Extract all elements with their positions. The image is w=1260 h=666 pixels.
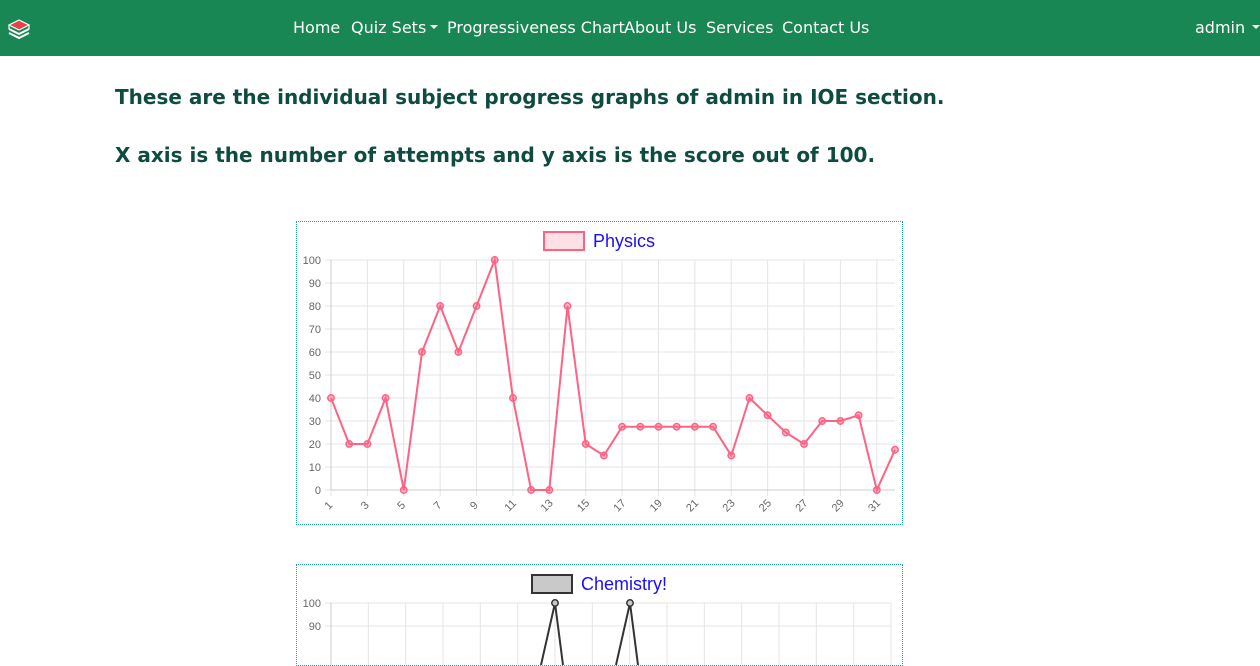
physics-data-point [454, 348, 463, 356]
nav-contact-us[interactable]: Contact Us [782, 18, 869, 38]
y-tick-label: 0 [315, 485, 321, 497]
y-tick-label: 70 [309, 324, 321, 336]
physics-chart-container: Physics 0 10 20 30 40 50 60 70 80 90 100 1 3 5 7 9 11 13 15… [296, 221, 903, 525]
physics-data-point [327, 394, 335, 402]
y-tick-label: 30 [309, 416, 321, 428]
x-tick-label: 15 [575, 497, 592, 514]
chemistry-series-line [540, 602, 564, 665]
physics-data-point [636, 422, 645, 431]
x-tick-label: 25 [757, 497, 774, 514]
navbar: Home Quiz Sets Progressiveness Chart Abo… [0, 0, 1260, 56]
chemistry-chart-container: Chemistry! 100 90 [296, 564, 903, 666]
chemistry-data-point [551, 599, 559, 607]
physics-data-point [781, 428, 790, 437]
x-tick-label: 3 [359, 499, 372, 512]
physics-data-point [381, 394, 390, 402]
y-tick-label: 100 [303, 598, 321, 610]
book-stack-logo-icon[interactable] [6, 16, 32, 42]
y-tick-label: 50 [309, 370, 321, 382]
chemistry-line-chart: Chemistry! 100 90 [303, 574, 892, 665]
physics-data-point [618, 422, 627, 431]
physics-data-point [836, 417, 845, 425]
physics-data-point [854, 411, 863, 420]
x-tick-label: 17 [611, 497, 628, 514]
physics-data-point [690, 422, 699, 431]
legend-swatch [531, 574, 573, 594]
physics-data-point [472, 302, 481, 310]
physics-data-point [399, 486, 408, 494]
physics-data-point [527, 486, 536, 494]
physics-data-point [490, 256, 499, 264]
y-tick-label: 10 [309, 462, 321, 474]
physics-data-point [891, 445, 899, 454]
page-heading-description: These are the individual subject progres… [115, 85, 945, 109]
physics-data-point [654, 422, 663, 431]
physics-data-point [545, 486, 554, 494]
nav-home[interactable]: Home [293, 18, 340, 38]
physics-data-point [709, 422, 718, 431]
physics-data-point [599, 451, 608, 460]
y-tick-label: 90 [309, 278, 321, 290]
legend-label: Chemistry! [581, 574, 667, 594]
physics-data-point [872, 486, 881, 494]
physics-data-point [800, 440, 808, 448]
x-tick-label: 13 [539, 497, 556, 514]
physics-data-point [436, 302, 445, 310]
x-tick-label: 23 [721, 497, 738, 514]
legend-swatch [543, 231, 585, 251]
y-tick-label: 90 [309, 621, 321, 633]
physics-data-point [563, 302, 572, 310]
x-tick-label: 29 [830, 497, 847, 514]
y-tick-label: 20 [309, 439, 321, 451]
nav-about-us[interactable]: About Us [624, 18, 696, 38]
x-tick-label: 11 [503, 498, 520, 515]
physics-data-point [418, 348, 426, 356]
physics-data-point [363, 440, 372, 448]
nav-services[interactable]: Services [706, 18, 773, 38]
x-tick-label: 31 [866, 497, 883, 514]
y-tick-label: 40 [309, 393, 321, 405]
chevron-down-icon [430, 24, 439, 29]
x-tick-label: 21 [684, 497, 701, 514]
physics-data-point [763, 411, 772, 420]
nav-progressiveness-chart[interactable]: Progressiveness Chart [447, 18, 625, 38]
physics-data-point [508, 394, 517, 402]
physics-data-point [345, 440, 354, 448]
x-tick-label: 5 [395, 499, 408, 512]
y-tick-label: 80 [309, 301, 321, 313]
chevron-down-icon [1252, 24, 1260, 29]
user-menu-label: admin [1195, 18, 1246, 37]
x-tick-label: 9 [468, 499, 481, 512]
physics-data-point [745, 394, 754, 402]
chemistry-series-line [615, 602, 639, 665]
x-tick-label: 27 [793, 497, 810, 514]
physics-line-chart: Physics01020304050607080901001 3 5 7 9 11 13 15… [303, 231, 899, 515]
nav-quiz-sets-label: Quiz Sets [351, 18, 427, 37]
page-heading-axis-info: X axis is the number of attempts and y a… [115, 143, 876, 167]
physics-data-point [818, 417, 827, 425]
chemistry-data-point [626, 599, 634, 607]
physics-data-point [727, 451, 736, 460]
y-tick-label: 60 [309, 347, 321, 359]
user-menu-dropdown[interactable]: admin [1195, 18, 1260, 38]
x-tick-label: 1 [322, 499, 335, 512]
physics-data-point [581, 440, 590, 448]
x-tick-label: 19 [648, 497, 665, 514]
nav-quiz-sets-dropdown[interactable]: Quiz Sets [351, 18, 439, 38]
physics-data-point [672, 422, 681, 431]
y-tick-label: 100 [303, 255, 321, 267]
x-tick-label: 7 [432, 499, 445, 512]
legend-label: Physics [593, 231, 655, 251]
